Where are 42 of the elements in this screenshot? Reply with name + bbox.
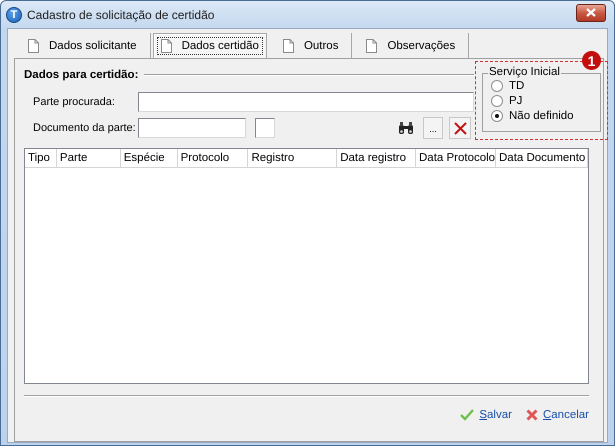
tab[interactable]: Outros <box>270 33 352 58</box>
column-header[interactable]: Data Protocolo <box>416 149 496 167</box>
column-header[interactable]: Espécie <box>120 149 178 167</box>
binoculars-icon <box>398 122 414 134</box>
document-icon <box>366 38 378 52</box>
column-header[interactable]: Tipo <box>25 149 57 167</box>
window-title: Cadastro de solicitação de certidão <box>27 8 216 22</box>
field-label: Parte procurada: <box>33 96 116 108</box>
tab[interactable]: Dados solicitante <box>15 33 151 58</box>
column-header[interactable]: Data registro <box>337 149 416 167</box>
radio-button[interactable] <box>491 110 503 122</box>
save-button[interactable]: Salvar <box>460 407 512 423</box>
section-title: Dados para certidão: <box>24 69 138 81</box>
close-icon <box>586 8 596 17</box>
input-field[interactable] <box>138 92 474 112</box>
document-icon <box>160 39 172 53</box>
cancel-button[interactable]: Cancelar <box>526 407 589 423</box>
close-button[interactable] <box>576 4 606 22</box>
clear-button[interactable] <box>449 117 471 139</box>
close-icon <box>454 122 466 134</box>
group-title: Serviço Inicial <box>488 66 561 78</box>
radio-button[interactable] <box>491 80 503 92</box>
callout-badge: 1 <box>582 51 601 70</box>
column-header[interactable]: Parte <box>56 149 121 167</box>
check-icon <box>460 409 474 421</box>
tab[interactable]: Observações <box>353 33 470 58</box>
input-field[interactable] <box>138 118 246 138</box>
column-header[interactable]: Protocolo <box>178 149 248 167</box>
app-logo: T <box>6 6 22 22</box>
field-label: Documento da parte: <box>33 122 137 134</box>
column-header[interactable]: Data Documento <box>496 149 588 167</box>
radio-label: Não definido <box>509 110 574 122</box>
radio-button[interactable] <box>491 95 503 107</box>
document-icon <box>282 38 294 52</box>
input-field[interactable] <box>255 118 275 138</box>
column-header[interactable]: Registro <box>248 149 338 167</box>
radio-label: TD <box>509 80 524 92</box>
cross-icon <box>526 409 538 421</box>
more-button[interactable]: ... <box>423 117 443 139</box>
tab[interactable]: Dados certidão <box>152 33 267 58</box>
document-icon <box>28 38 39 52</box>
radio-label: PJ <box>509 95 522 107</box>
